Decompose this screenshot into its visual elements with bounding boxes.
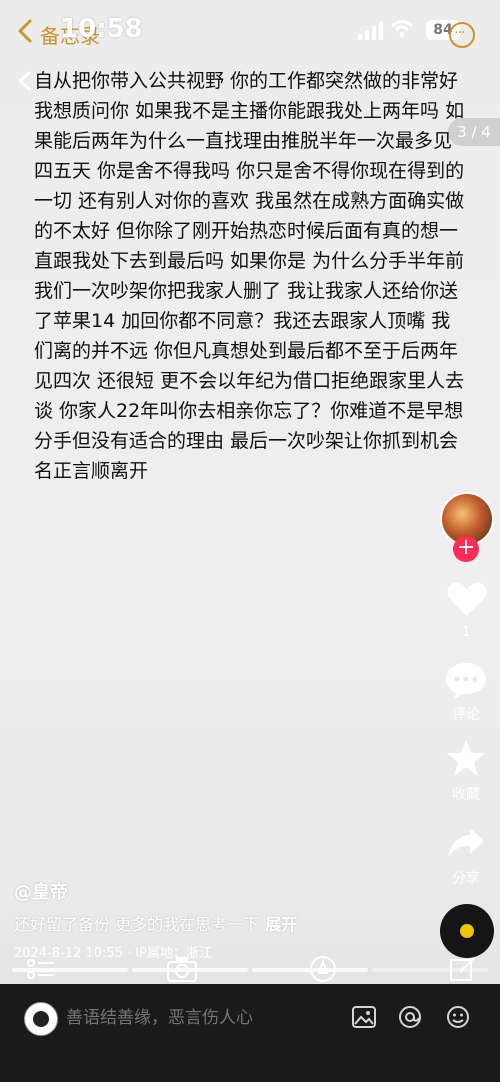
wifi-icon: [390, 20, 414, 38]
expand-button[interactable]: 展开: [265, 915, 297, 934]
comment-input[interactable]: [66, 1006, 336, 1030]
favorite-star-icon[interactable]: [446, 738, 486, 778]
like-count: 1: [461, 624, 471, 640]
follow-button[interactable]: +: [453, 536, 479, 562]
edit-icon[interactable]: [448, 955, 476, 983]
prev-page-icon[interactable]: [14, 70, 36, 92]
author-handle[interactable]: @皇帝: [14, 878, 68, 904]
share-arrow-icon[interactable]: [446, 826, 486, 860]
back-chevron-icon[interactable]: [14, 18, 36, 44]
share-label: 分享: [452, 871, 480, 887]
more-options-icon[interactable]: [449, 22, 475, 48]
page-indicator: 3 / 4: [448, 118, 500, 146]
emoji-icon[interactable]: [446, 1005, 470, 1029]
music-disc-icon[interactable]: [440, 904, 494, 958]
camera-icon[interactable]: [166, 955, 198, 983]
image-icon[interactable]: [352, 1006, 376, 1028]
comment-bar: [0, 984, 500, 1082]
favorite-label: 收藏: [452, 787, 480, 803]
signal-icon: [358, 22, 383, 40]
post-screen: 备忘录 10:58 84 自从把你带入公共视野 你的工作都突然做的非常好 我想质…: [0, 0, 500, 1082]
list-icon[interactable]: [26, 955, 56, 983]
user-avatar: [24, 1002, 58, 1036]
like-heart-icon[interactable]: [446, 580, 488, 618]
mention-icon[interactable]: [398, 1005, 422, 1029]
clock: 10:58: [60, 14, 143, 44]
comment-icon[interactable]: [444, 660, 488, 700]
comment-label: 评论: [452, 707, 480, 723]
compass-icon[interactable]: [308, 955, 338, 983]
status-bar: 备忘录 10:58 84: [0, 0, 500, 60]
post-body-text: 自从把你带入公共视野 你的工作都突然做的非常好 我想质问你 如果我不是主播你能跟…: [34, 70, 465, 482]
caption-text: 还好留了备份 更多的我在思考一下: [14, 915, 260, 934]
post-caption: 还好留了备份 更多的我在思考一下 展开: [14, 911, 297, 935]
